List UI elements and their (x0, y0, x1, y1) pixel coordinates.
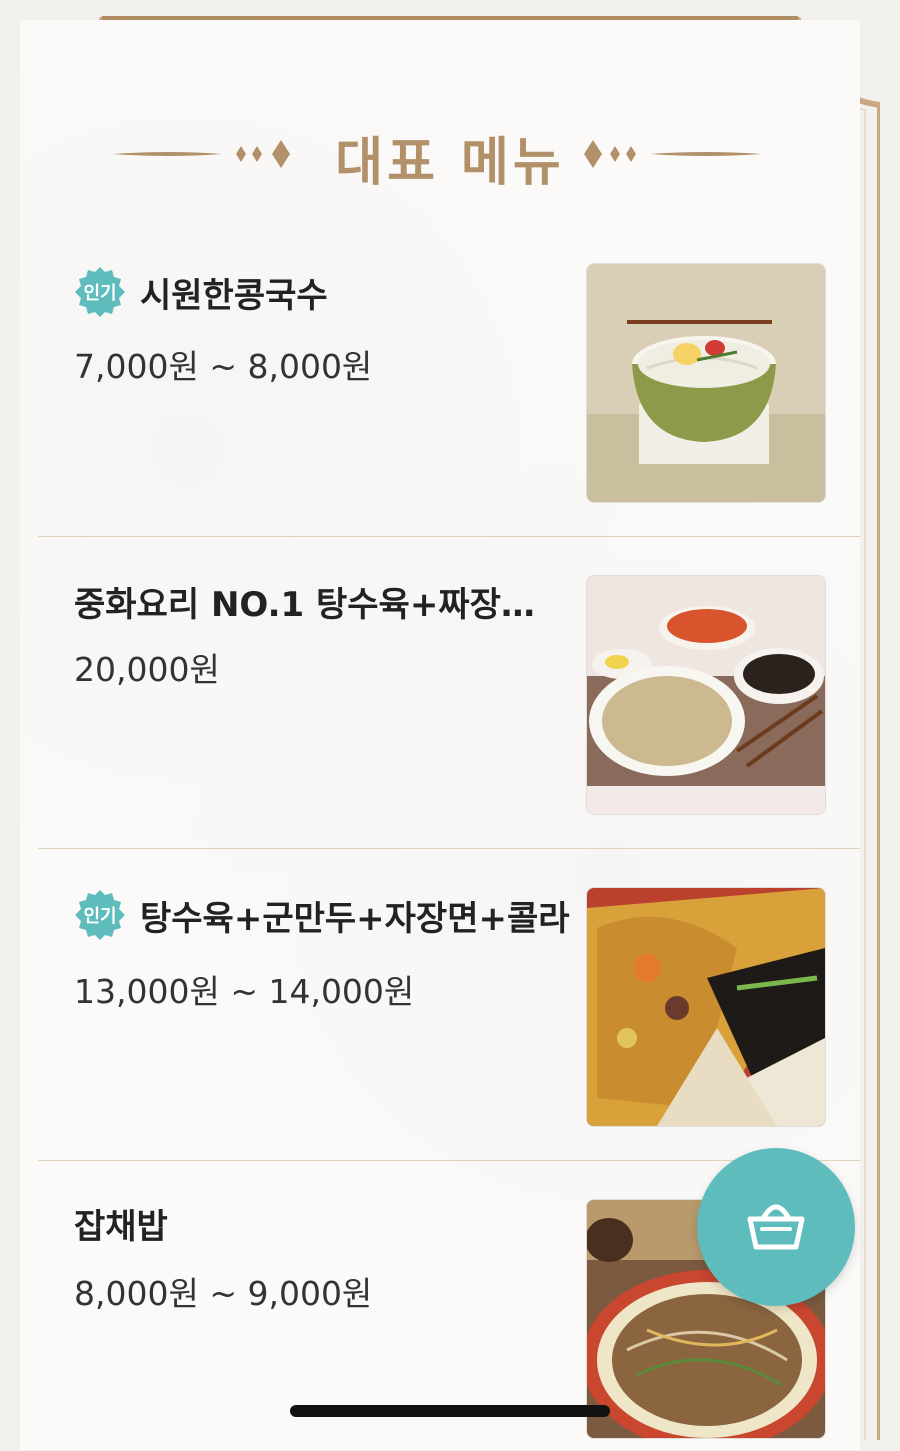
item-name: 시원한콩국수 (140, 275, 328, 316)
cart-button[interactable] (697, 1148, 855, 1306)
basket-icon (744, 1197, 808, 1257)
item-name: 잡채밥 (74, 1207, 168, 1247)
popular-badge: 인기 (74, 266, 126, 318)
section-title: 대표 메뉴 (335, 133, 565, 193)
chinese-combo-photo (586, 887, 826, 1127)
item-price: 20,000원 (74, 650, 220, 689)
item-name: 탕수육+군만두+자장면+콜라 (140, 898, 570, 939)
item-price: 13,000원 ~ 14,000원 (74, 972, 415, 1011)
menu-item[interactable]: 인기 탕수육+군만두+자장면+콜라 13,000원 ~ 14,000원 (38, 848, 860, 1161)
popular-badge: 인기 (74, 889, 126, 941)
kongguksu-photo (586, 263, 826, 503)
item-name: 중화요리 NO.1 탕수육+짜장2… (74, 585, 554, 625)
tangsuyuk-set-photo (586, 575, 826, 815)
menu-item[interactable]: 인기 시원한콩국수 7,000원 ~ 8,000원 (38, 230, 860, 536)
item-price: 8,000원 ~ 9,000원 (74, 1274, 373, 1313)
menu-item[interactable]: 중화요리 NO.1 탕수육+짜장2… 20,000원 (38, 536, 860, 849)
item-price: 7,000원 ~ 8,000원 (74, 347, 373, 386)
home-indicator[interactable] (290, 1405, 610, 1417)
